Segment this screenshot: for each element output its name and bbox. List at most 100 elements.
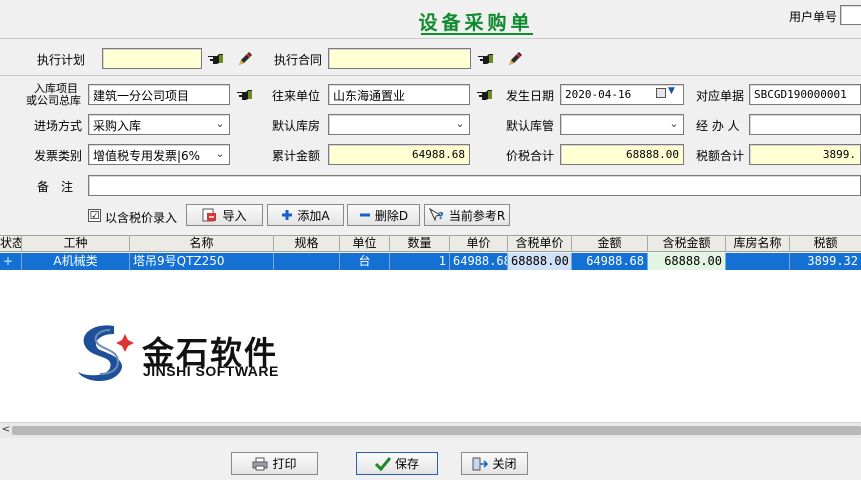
total-label: 累计金额 bbox=[272, 149, 321, 163]
column-header[interactable]: 税额 bbox=[790, 236, 861, 252]
tax-total-label: 价税合计 bbox=[506, 149, 555, 163]
add-button[interactable]: 添加A bbox=[267, 204, 344, 226]
handler-label: 经 办 人 bbox=[696, 119, 740, 133]
row-price: 64988.68 bbox=[450, 253, 508, 270]
table-row[interactable]: + A机械类 塔吊9号QTZ250 台 1 64988.68 68888.00 … bbox=[0, 253, 861, 270]
tax-inclusive-label: 以含税价录入 bbox=[105, 211, 178, 225]
handler-input[interactable] bbox=[749, 114, 861, 135]
invoice-value: 增值税专用发票|6% bbox=[93, 149, 201, 163]
default-warehouse-select[interactable]: ⌄ bbox=[328, 114, 470, 135]
chevron-down-icon: ⌄ bbox=[215, 117, 225, 130]
import-button[interactable]: 导入 bbox=[186, 204, 263, 226]
divider bbox=[0, 38, 861, 39]
entry-mode-select[interactable]: 采购入库 ⌄ bbox=[88, 114, 230, 135]
invoice-select[interactable]: 增值税专用发票|6% ⌄ bbox=[88, 144, 230, 165]
delete-button[interactable]: 删除D bbox=[347, 204, 420, 226]
chevron-down-icon: ⌄ bbox=[669, 117, 679, 130]
page-title: 设备采购单 bbox=[418, 12, 534, 34]
divider bbox=[0, 75, 861, 76]
save-button[interactable]: 保存 bbox=[356, 452, 438, 475]
pointing-hand-icon[interactable] bbox=[477, 52, 495, 66]
project-label-line2: 或公司总库 bbox=[26, 94, 81, 107]
column-header[interactable]: 金额 bbox=[572, 236, 648, 252]
import-icon bbox=[202, 208, 217, 222]
user-no-label: 用户单号 bbox=[789, 10, 838, 24]
column-header[interactable]: 工种 bbox=[22, 236, 130, 252]
minus-icon bbox=[359, 213, 370, 217]
scroll-left-icon[interactable]: < bbox=[0, 424, 12, 436]
pointing-hand-icon[interactable] bbox=[236, 88, 254, 102]
ref-input[interactable]: SBCGD190000001 bbox=[749, 84, 861, 105]
calendar-icon[interactable] bbox=[656, 88, 666, 98]
invoice-label: 发票类别 bbox=[34, 149, 83, 163]
user-no-input[interactable] bbox=[840, 5, 861, 25]
pointing-hand-icon[interactable] bbox=[476, 88, 494, 102]
column-header[interactable]: 名称 bbox=[130, 236, 274, 252]
entry-mode-label: 进场方式 bbox=[34, 119, 83, 133]
column-header[interactable]: 含税单价 bbox=[508, 236, 572, 252]
contract-label: 执行合同 bbox=[274, 53, 323, 67]
default-keeper-select[interactable]: ⌄ bbox=[560, 114, 684, 135]
row-tax-amount: 68888.00 bbox=[648, 253, 726, 270]
row-amount: 64988.68 bbox=[572, 253, 648, 270]
column-header[interactable]: 单位 bbox=[340, 236, 390, 252]
row-type: A机械类 bbox=[22, 253, 130, 270]
logo-english-text: JINSHI SOFTWARE bbox=[143, 363, 279, 379]
chevron-down-icon[interactable]: ▼ bbox=[668, 86, 675, 96]
partner-label: 往来单位 bbox=[272, 89, 321, 103]
remark-label: 备 注 bbox=[37, 180, 74, 194]
row-spec bbox=[274, 253, 340, 270]
column-header[interactable]: 规格 bbox=[274, 236, 340, 252]
row-name: 塔吊9号QTZ250 bbox=[130, 253, 274, 270]
close-button[interactable]: 关闭 bbox=[461, 452, 528, 475]
total-value: 64988.68 bbox=[328, 144, 470, 165]
default-keeper-label: 默认库管 bbox=[506, 119, 555, 133]
column-header[interactable]: 单价 bbox=[450, 236, 508, 252]
chevron-down-icon: ⌄ bbox=[215, 147, 225, 160]
row-tax: 3899.32 bbox=[807, 254, 858, 268]
column-header[interactable]: 数量 bbox=[390, 236, 450, 252]
check-icon bbox=[374, 456, 391, 471]
tax-inclusive-checkbox[interactable]: ☑ bbox=[88, 209, 101, 222]
tax-total-value: 68888.00 bbox=[560, 144, 684, 165]
delete-label: 删除D bbox=[374, 208, 409, 223]
column-header[interactable]: 库房名称 bbox=[726, 236, 790, 252]
row-tax-price[interactable]: 68888.00 bbox=[508, 253, 572, 270]
pen-icon[interactable] bbox=[236, 50, 254, 68]
import-label: 导入 bbox=[222, 208, 247, 223]
tax-amount-value: 3899. bbox=[749, 144, 861, 165]
add-label: 添加A bbox=[297, 208, 330, 223]
entry-mode-value: 采购入库 bbox=[93, 119, 142, 133]
scrollbar-thumb[interactable] bbox=[12, 426, 861, 435]
project-input[interactable]: 建筑一分公司项目 bbox=[88, 84, 230, 105]
tax-amount-label: 税额合计 bbox=[696, 149, 745, 163]
reference-label: 当前参考R bbox=[448, 208, 506, 223]
row-status: + bbox=[0, 253, 22, 270]
title-underline bbox=[421, 33, 533, 35]
print-label: 打印 bbox=[272, 457, 297, 471]
remark-input[interactable] bbox=[88, 175, 861, 196]
printer-icon bbox=[252, 457, 268, 470]
ref-label: 对应单据 bbox=[696, 89, 745, 103]
chevron-down-icon: ⌄ bbox=[455, 117, 465, 130]
svg-text:?: ? bbox=[438, 211, 444, 222]
plus-icon bbox=[282, 210, 293, 220]
plan-input[interactable] bbox=[102, 48, 202, 69]
column-header[interactable]: 状态 bbox=[0, 236, 22, 252]
date-label: 发生日期 bbox=[506, 89, 555, 103]
contract-input[interactable] bbox=[328, 48, 471, 69]
save-label: 保存 bbox=[394, 457, 419, 471]
jinshi-logo-icon bbox=[78, 325, 134, 382]
close-label: 关闭 bbox=[492, 457, 517, 471]
reference-button[interactable]: ? 当前参考R bbox=[424, 204, 510, 226]
column-header[interactable]: 含税金额 bbox=[648, 236, 726, 252]
help-cursor-icon: ? bbox=[428, 208, 444, 222]
row-qty: 1 bbox=[390, 253, 450, 270]
pointing-hand-icon[interactable] bbox=[207, 52, 225, 66]
print-button[interactable]: 打印 bbox=[231, 452, 318, 475]
pen-icon[interactable] bbox=[506, 50, 524, 68]
partner-input[interactable]: 山东海通置业 bbox=[328, 84, 470, 105]
row-unit: 台 bbox=[340, 253, 390, 270]
plan-label: 执行计划 bbox=[37, 53, 86, 67]
grid-header: 状态 工种 名称 规格 单位 数量 单价 含税单价 金额 含税金额 库房名称 税… bbox=[0, 235, 861, 252]
